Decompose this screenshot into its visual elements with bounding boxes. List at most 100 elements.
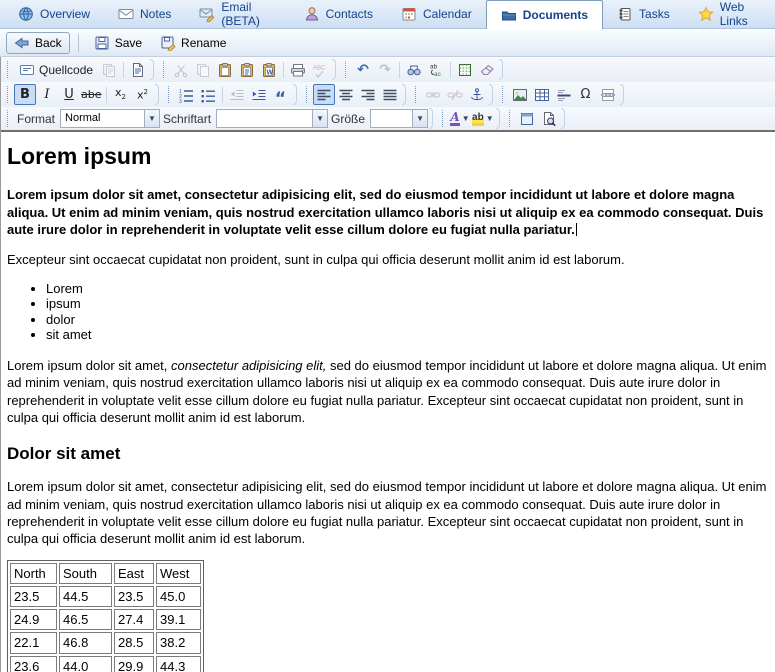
cut-button[interactable] (170, 59, 192, 80)
font-select[interactable]: ▼ (216, 109, 328, 128)
find-button[interactable] (403, 59, 425, 80)
table-row: 23.5 44.5 23.5 45.0 (10, 586, 201, 607)
increase-indent-button[interactable] (248, 84, 270, 105)
ordered-list-button[interactable]: 123 (175, 84, 197, 105)
tab-label: Documents (523, 8, 588, 22)
format-label: Format (17, 112, 55, 126)
calendar-icon (401, 6, 417, 22)
select-all-button[interactable] (454, 59, 476, 80)
subscript-icon: x2 (115, 87, 126, 101)
table-button[interactable] (531, 84, 553, 105)
table-cell: 23.5 (114, 586, 154, 607)
paragraph: Excepteur sint occaecat cupidatat non pr… (7, 251, 767, 268)
text-color-button[interactable]: A▼ (449, 108, 471, 129)
svg-text:ac: ac (434, 71, 442, 78)
redo-icon: ↷ (379, 63, 391, 77)
group-end (293, 84, 297, 105)
format-select[interactable]: Normal ▼ (60, 109, 160, 128)
subscript-button[interactable]: x2 (110, 84, 132, 105)
paste-from-word-button[interactable]: W (258, 59, 280, 80)
back-label: Back (35, 36, 62, 50)
justify-button[interactable] (379, 84, 401, 105)
document-heading-1: Lorem ipsum (7, 141, 767, 171)
table-cell: 45.0 (156, 586, 201, 607)
preview-icon (541, 111, 557, 127)
size-select[interactable]: ▼ (370, 109, 428, 128)
tab-contacts[interactable]: Contacts (290, 0, 387, 28)
back-button[interactable]: Back (6, 32, 70, 54)
superscript-button[interactable]: x2 (132, 84, 154, 105)
size-label: Größe (331, 112, 365, 126)
horizontal-rule-button[interactable] (553, 84, 575, 105)
align-right-button[interactable] (357, 84, 379, 105)
tab-notes[interactable]: Notes (104, 0, 185, 28)
tab-calendar[interactable]: Calendar (387, 0, 486, 28)
background-color-button[interactable]: ab▼ (471, 108, 495, 129)
align-left-button[interactable] (313, 84, 335, 105)
toolbar-separator (123, 62, 124, 78)
save-button[interactable]: Save (87, 33, 149, 53)
underline-button[interactable]: U (58, 84, 80, 105)
align-left-icon (316, 87, 332, 103)
special-character-button[interactable]: Ω (575, 84, 597, 105)
page-break-button[interactable] (597, 84, 619, 105)
tab-email[interactable]: Email (BETA) (185, 0, 289, 28)
table-cell: 28.5 (114, 632, 154, 653)
font-value (217, 110, 312, 127)
tab-web-links[interactable]: Web Links (684, 0, 775, 28)
unordered-list-button[interactable] (197, 84, 219, 105)
group-end (150, 59, 154, 80)
paste-button[interactable] (214, 59, 236, 80)
italic-text: consectetur adipisicing elit, (171, 358, 326, 373)
remove-format-button[interactable] (476, 59, 498, 80)
tab-label: Contacts (326, 7, 373, 21)
toolbar-grip (502, 86, 505, 103)
table-header-cell: South (59, 563, 112, 584)
strikethrough-button[interactable]: abe (80, 84, 103, 105)
tab-documents[interactable]: Documents (486, 0, 603, 29)
document-editing-area[interactable]: Lorem ipsum Lorem ipsum dolor sit amet, … (1, 132, 775, 672)
editor-toolbar-row-1: Quellcode W ABC ↶ ↷ abac (1, 57, 775, 82)
image-icon (512, 87, 528, 103)
maximize-button[interactable] (516, 108, 538, 129)
spell-check-button[interactable]: ABC (309, 59, 331, 80)
ordered-list-icon: 123 (178, 87, 194, 103)
undo-button[interactable]: ↶ (352, 59, 374, 80)
align-center-button[interactable] (335, 84, 357, 105)
italic-button[interactable]: I (36, 84, 58, 105)
format-value: Normal (61, 110, 144, 127)
blockquote-button[interactable]: “ (270, 84, 292, 105)
image-button[interactable] (509, 84, 531, 105)
anchor-button[interactable] (466, 84, 488, 105)
toolbar-separator (106, 87, 107, 103)
link-icon (425, 87, 441, 103)
blockquote-icon: “ (275, 96, 286, 103)
bold-button[interactable]: B (14, 84, 36, 105)
replace-button[interactable]: abac (425, 59, 447, 80)
decrease-indent-button[interactable] (226, 84, 248, 105)
templates-icon (101, 62, 117, 78)
copy-button[interactable] (192, 59, 214, 80)
group-end (620, 84, 624, 105)
source-button[interactable]: Quellcode (14, 59, 98, 80)
rename-button[interactable]: Rename (153, 33, 233, 53)
link-button[interactable] (422, 84, 444, 105)
unlink-button[interactable] (444, 84, 466, 105)
toolbar-grip (163, 61, 166, 78)
background-color-icon: ab (472, 112, 484, 126)
toolbar-grip (7, 110, 10, 127)
text-cursor (576, 223, 577, 236)
tab-overview[interactable]: Overview (4, 0, 104, 28)
replace-icon: abac (428, 62, 444, 78)
preview-button[interactable] (538, 108, 560, 129)
group-end (489, 84, 493, 105)
paste-plain-text-button[interactable] (236, 59, 258, 80)
table-header-row: North South East West (10, 563, 201, 584)
templates-button[interactable] (98, 59, 120, 80)
bold-icon: B (20, 88, 30, 101)
redo-button[interactable]: ↷ (374, 59, 396, 80)
toolbar-separator (399, 62, 400, 78)
new-page-button[interactable] (127, 59, 149, 80)
tab-tasks[interactable]: Tasks (603, 0, 684, 28)
print-button[interactable] (287, 59, 309, 80)
